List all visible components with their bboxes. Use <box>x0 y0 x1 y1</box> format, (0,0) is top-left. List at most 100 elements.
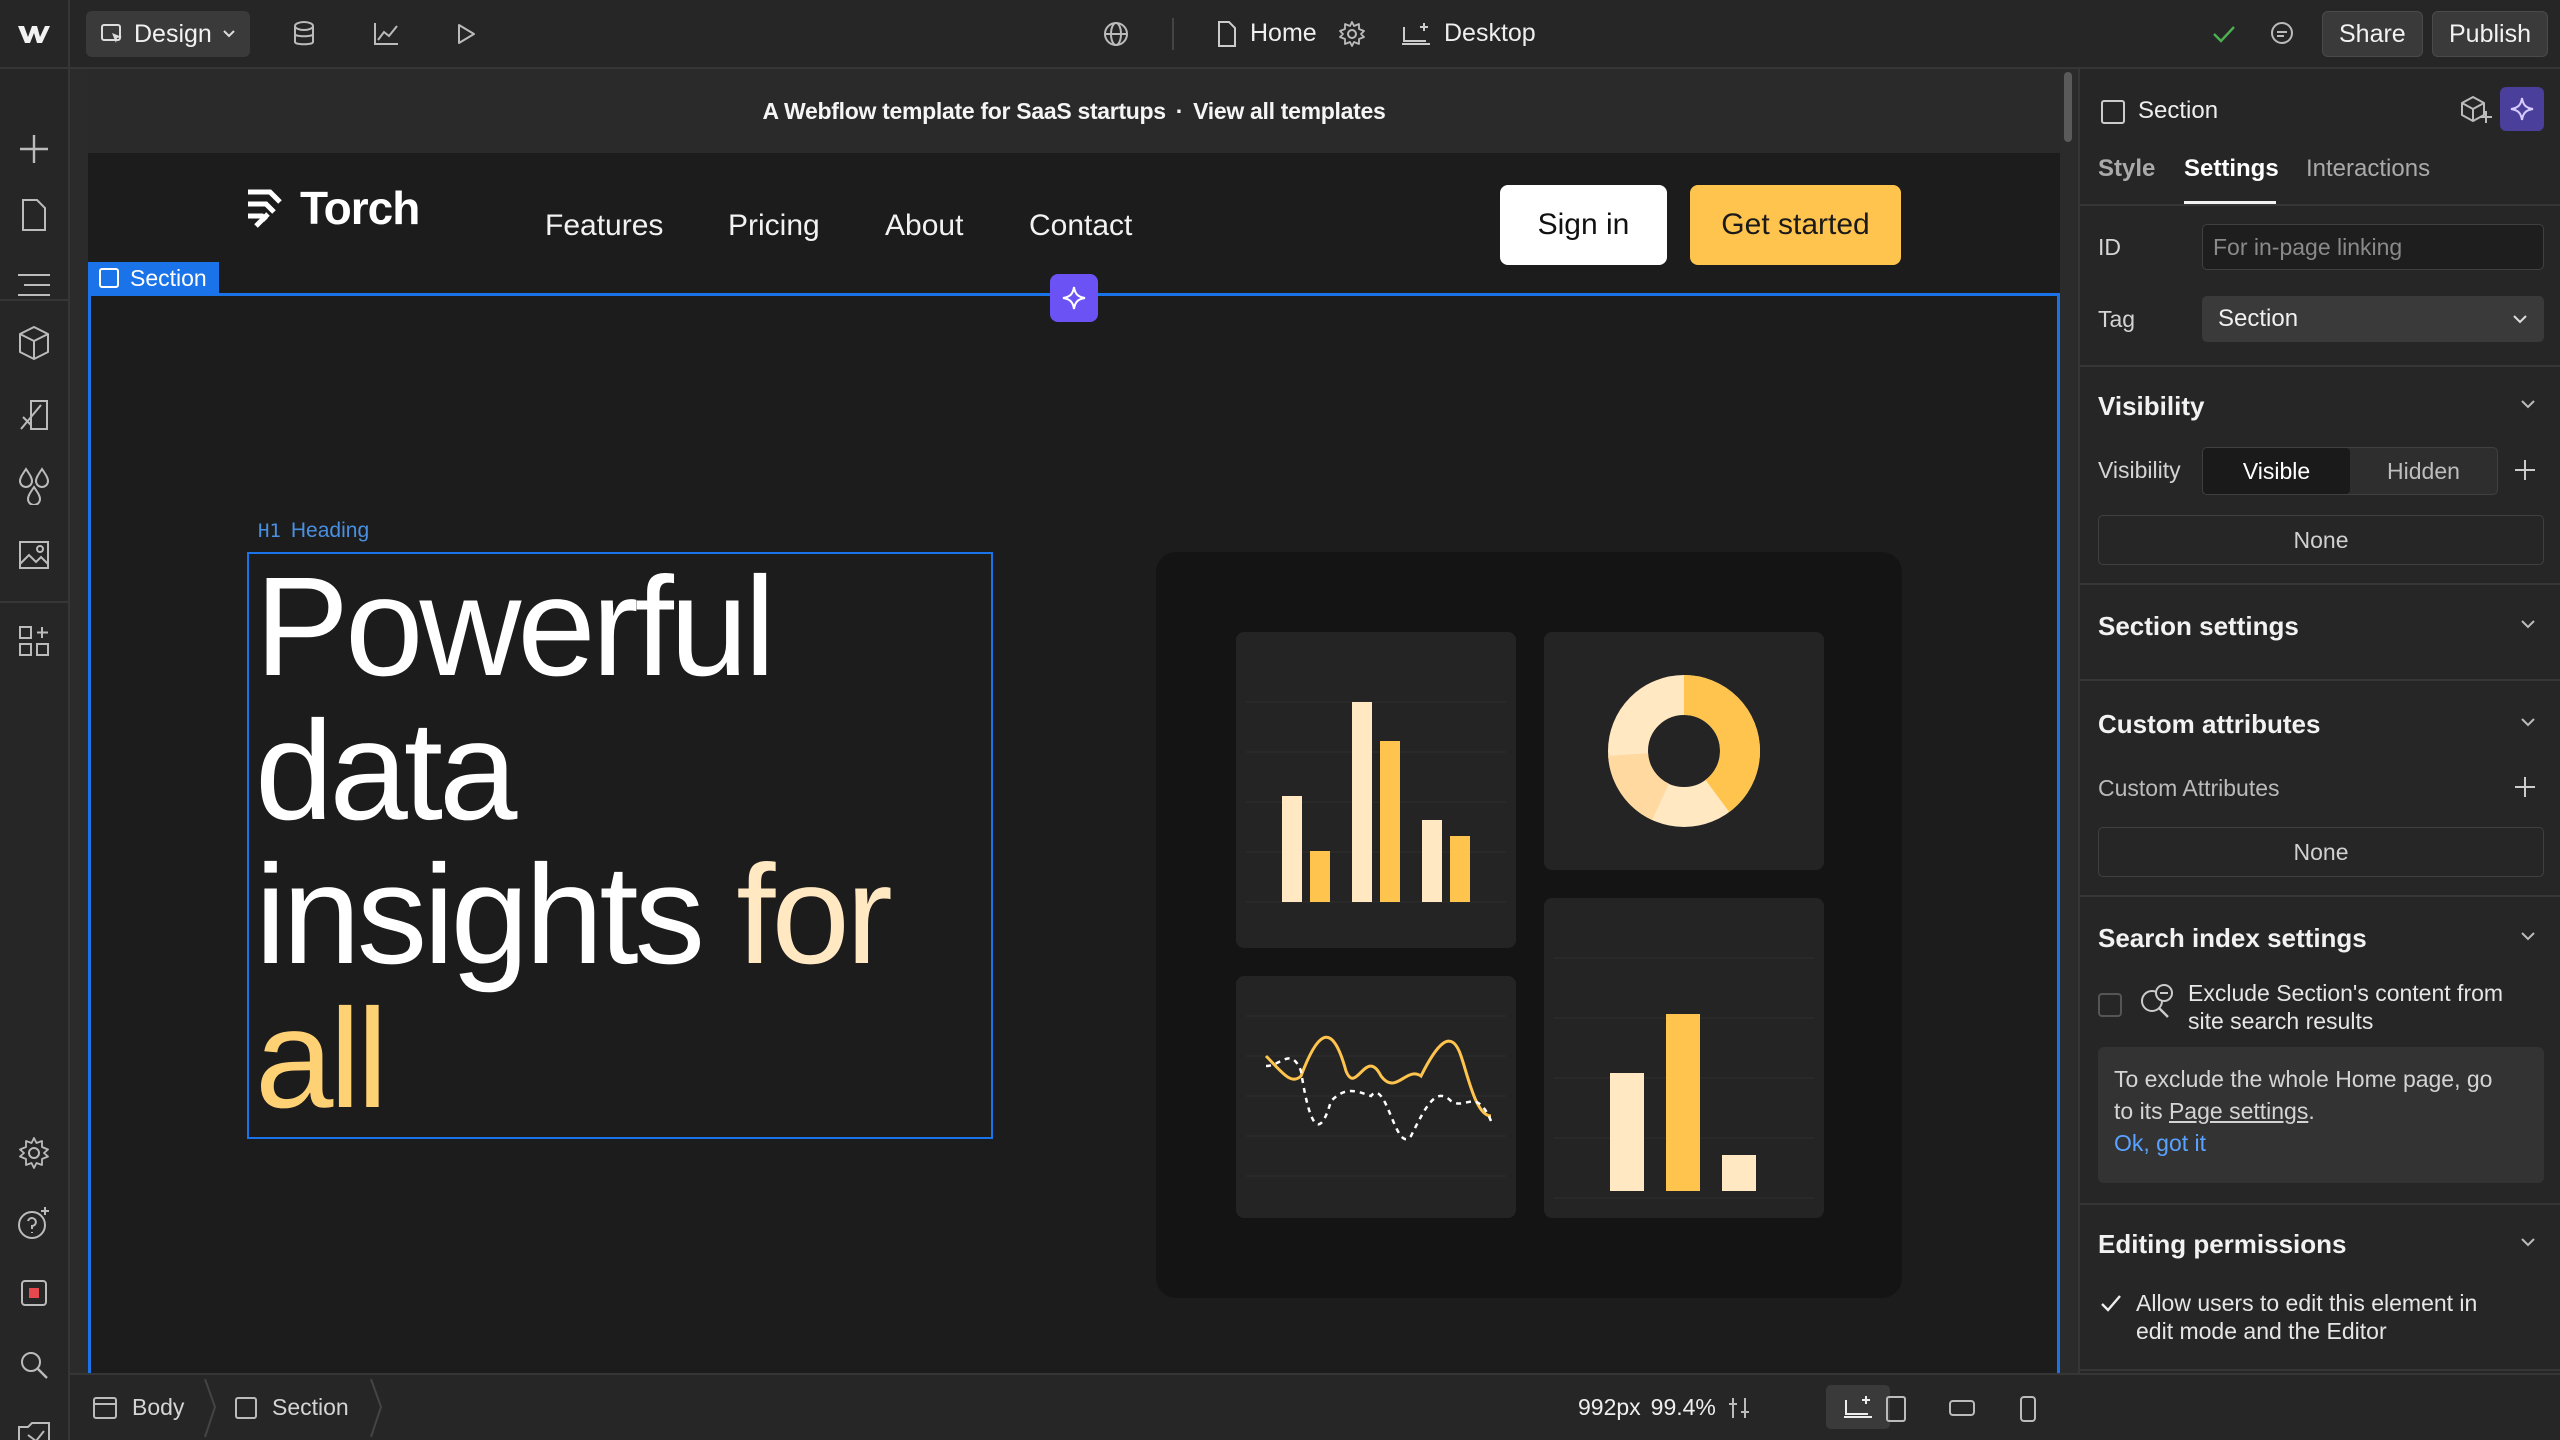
globe-icon[interactable] <box>1088 0 1144 67</box>
navigator-icon[interactable] <box>0 255 68 315</box>
exclude-search-text: Exclude Section's content from site sear… <box>2188 979 2503 1035</box>
heading-line-1: Powerful <box>255 547 776 705</box>
assets-image-icon[interactable] <box>0 525 68 585</box>
allow-edit-text: Allow users to edit this element in edit… <box>2136 1289 2477 1345</box>
panel-divider <box>2080 679 2560 681</box>
components-cube-icon[interactable] <box>0 313 68 373</box>
visible-option[interactable]: Visible <box>2203 448 2350 494</box>
sign-in-button[interactable]: Sign in <box>1500 185 1667 265</box>
page-selector[interactable]: Home <box>1216 0 1317 67</box>
body-icon <box>93 1396 117 1419</box>
site-frame[interactable]: A Webflow template for SaaS startups · V… <box>88 69 2060 1373</box>
comments-icon[interactable] <box>2254 0 2310 67</box>
section-tag-label: Section <box>130 264 207 291</box>
add-attribute-plus-icon[interactable] <box>2512 774 2538 800</box>
chevron-down-icon[interactable] <box>2520 1237 2536 1247</box>
top-toolbar: Design Home Desktop Share Publish <box>0 0 2560 69</box>
banner-text: A Webflow template for SaaS startups <box>762 97 1167 124</box>
ai-assistant-sparkle-button[interactable] <box>1050 274 1098 322</box>
id-input[interactable]: For in-page linking <box>2202 224 2544 270</box>
chevron-down-icon[interactable] <box>2520 717 2536 727</box>
mode-label: Design <box>134 19 212 48</box>
ai-assist-panel-button[interactable] <box>2500 87 2544 131</box>
breadcrumb-body[interactable]: Body <box>92 1375 184 1440</box>
publish-button[interactable]: Publish <box>2432 11 2548 57</box>
help-question-icon[interactable] <box>0 1193 68 1253</box>
tag-select[interactable]: Section <box>2202 296 2544 342</box>
apps-grid-icon[interactable] <box>0 611 68 671</box>
visibility-conditions-none[interactable]: None <box>2098 515 2544 565</box>
add-condition-plus-icon[interactable] <box>2512 457 2538 483</box>
share-button[interactable]: Share <box>2322 11 2423 57</box>
page-settings-link[interactable]: Page settings <box>2169 1098 2308 1124</box>
visibility-label: Visibility <box>2098 457 2181 483</box>
tablet-breakpoint-icon[interactable] <box>1884 1395 1908 1423</box>
canvas-scrollbar[interactable] <box>2064 72 2072 142</box>
cms-database-icon[interactable] <box>276 0 332 67</box>
view-templates-link[interactable]: View all templates <box>1193 98 1386 125</box>
selected-element-name: Section <box>2138 97 2219 124</box>
nav-link-about[interactable]: About <box>885 209 963 243</box>
heading-line-2: data <box>255 691 517 849</box>
allow-edit-checkbox-checked-icon[interactable] <box>2098 1291 2124 1317</box>
panel-divider <box>2080 895 2560 897</box>
add-elements-plus-icon[interactable] <box>0 119 68 179</box>
pages-icon[interactable] <box>0 185 68 245</box>
brand-name: Torch <box>300 182 420 234</box>
get-started-button[interactable]: Get started <box>1690 185 1901 265</box>
hidden-option[interactable]: Hidden <box>2350 448 2497 494</box>
tip-period: . <box>2308 1098 2315 1124</box>
template-banner: A Webflow template for SaaS startups · V… <box>88 69 2060 153</box>
desktop-breakpoint-button[interactable] <box>1826 1385 1890 1429</box>
section-selection-tag[interactable]: Section <box>88 262 219 294</box>
tab-style[interactable]: Style <box>2098 155 2155 183</box>
visibility-heading[interactable]: Visibility <box>2098 391 2204 422</box>
custom-attributes-label: Custom Attributes <box>2098 775 2280 801</box>
cursor-icon <box>101 24 122 43</box>
page-settings-gear-icon[interactable] <box>1324 0 1380 67</box>
mobile-landscape-breakpoint-icon[interactable] <box>1948 1397 1976 1419</box>
search-index-heading[interactable]: Search index settings <box>2098 923 2367 954</box>
editing-permissions-heading[interactable]: Editing permissions <box>2098 1229 2347 1260</box>
exclude-search-checkbox[interactable] <box>2098 993 2122 1017</box>
allow-line-1: Allow users to edit this element in <box>2136 1290 2478 1316</box>
search-exclude-tip: To exclude the whole Home page, go to it… <box>2098 1047 2544 1183</box>
component-cube-plus-icon[interactable] <box>2458 93 2492 127</box>
rail-divider <box>0 299 68 301</box>
preview-play-icon[interactable] <box>438 0 494 67</box>
chevron-down-icon[interactable] <box>2520 619 2536 629</box>
settings-gear-icon[interactable] <box>0 1123 68 1183</box>
analyze-chart-icon[interactable] <box>358 0 414 67</box>
mobile-portrait-breakpoint-icon[interactable] <box>2018 1395 2038 1423</box>
tag-select-value: Section <box>2218 305 2299 332</box>
nav-link-contact[interactable]: Contact <box>1029 209 1132 243</box>
section-square-icon <box>235 1396 257 1419</box>
tip-line-1: To exclude the whole Home page, go <box>2114 1066 2493 1092</box>
search-icon[interactable] <box>0 1335 68 1395</box>
tab-settings[interactable]: Settings <box>2184 155 2279 183</box>
recording-stop-icon[interactable] <box>0 1263 68 1323</box>
chevron-down-icon[interactable] <box>2520 931 2536 941</box>
nav-link-pricing[interactable]: Pricing <box>728 209 820 243</box>
video-tutorials-icon[interactable] <box>0 1405 68 1440</box>
canvas-size-readout[interactable]: 992px 99.4% <box>1578 1375 1752 1440</box>
mode-switch-button[interactable]: Design <box>86 11 250 57</box>
webflow-logo-icon[interactable] <box>0 0 70 67</box>
custom-attributes-none[interactable]: None <box>2098 827 2544 877</box>
chevron-down-icon[interactable] <box>2520 399 2536 409</box>
breakpoint-selector[interactable]: Desktop <box>1400 0 1536 67</box>
panel-divider <box>2080 1369 2560 1371</box>
hero-heading-box[interactable]: Powerful data insights for all <box>247 552 993 1139</box>
tab-interactions[interactable]: Interactions <box>2306 155 2430 183</box>
torch-brand[interactable]: Torch <box>244 181 420 235</box>
breakpoint-label: Desktop <box>1444 19 1536 47</box>
breadcrumb-section[interactable]: Section <box>234 1375 349 1440</box>
section-settings-heading[interactable]: Section settings <box>2098 611 2299 642</box>
style-selectors-icon[interactable] <box>0 385 68 445</box>
custom-attributes-heading[interactable]: Custom attributes <box>2098 709 2320 740</box>
variables-drops-icon[interactable] <box>0 455 68 515</box>
ok-got-it-link[interactable]: Ok, got it <box>2114 1130 2206 1156</box>
nav-link-features[interactable]: Features <box>545 209 663 243</box>
id-label: ID <box>2098 234 2121 260</box>
chevron-down-icon <box>2513 315 2527 324</box>
